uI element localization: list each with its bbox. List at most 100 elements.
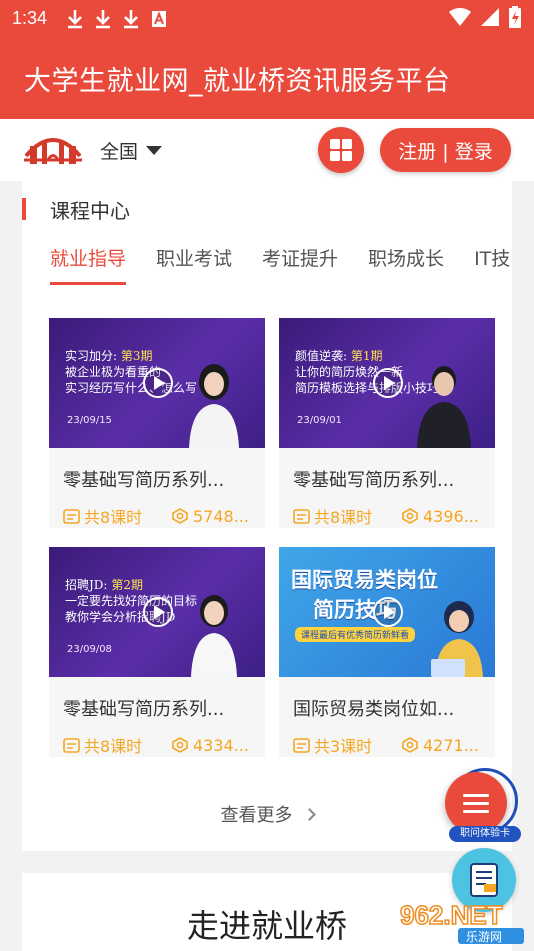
thumbnail-text: 实习加分: 第3期 被企业极为看重的 实习经历写什么、怎么写 xyxy=(65,348,197,396)
view-count: 5748... xyxy=(171,507,249,526)
view-count: 4271... xyxy=(401,736,479,755)
tab-certificate[interactable]: 考证提升 xyxy=(262,237,338,287)
download-icon xyxy=(117,7,145,31)
course-tabs: 就业指导 职业考试 考证提升 职场成长 IT技 xyxy=(22,237,512,287)
thumb-subtitle: 课程最后有优秀简历新鲜看 xyxy=(295,627,416,642)
tab-it[interactable]: IT技 xyxy=(474,237,510,287)
course-title: 零基础写简历系列... xyxy=(63,470,225,491)
menu-line xyxy=(463,809,489,813)
thumb-line: 被企业极为看重的 xyxy=(65,365,162,379)
course-meta: 共3课时 4271... xyxy=(279,721,495,757)
lesson-count: 共3课时 xyxy=(293,733,401,757)
nav-bar: 全国 注册 | 登录 xyxy=(0,119,534,181)
course-card[interactable]: 颜值逆袭: 第1期 让你的简历焕然一新 简历模板选择与排版小技巧 23/09/0… xyxy=(279,318,495,528)
view-count: 4334... xyxy=(171,736,249,755)
app-title-bar: 大学生就业网_就业桥资讯服务平台 xyxy=(0,37,534,119)
course-title: 零基础写简历系列... xyxy=(293,470,455,491)
lesson-count: 共8课时 xyxy=(63,504,171,528)
job-document-icon xyxy=(470,863,498,897)
wifi-icon xyxy=(448,7,472,31)
thumb-episode: 第2期 xyxy=(111,578,143,592)
thumb-line: 实习加分: xyxy=(65,349,118,363)
play-icon[interactable] xyxy=(373,368,403,398)
battery-icon xyxy=(508,5,522,32)
region-label: 全国 xyxy=(100,140,139,163)
lesson-count-text: 共8课时 xyxy=(84,508,143,527)
status-bar: 1:34 xyxy=(0,0,534,37)
play-icon[interactable] xyxy=(143,597,173,627)
tab-career-growth[interactable]: 职场成长 xyxy=(368,237,444,287)
caret-down-icon xyxy=(146,145,163,155)
view-more-link[interactable]: 查看更多 xyxy=(22,801,512,827)
view-count-text: 4396... xyxy=(423,506,479,526)
download-icon xyxy=(61,7,89,31)
views-icon xyxy=(402,508,418,524)
course-card[interactable]: 实习加分: 第3期 被企业极为看重的 实习经历写什么、怎么写 23/09/15 … xyxy=(49,318,265,528)
views-icon xyxy=(172,737,188,753)
category-grid-button[interactable] xyxy=(318,127,364,173)
section-accent-bar xyxy=(22,198,26,220)
thumb-line: 颜值逆袭: xyxy=(295,349,348,363)
thumbnail-text: 招聘JD: 第2期 一定要先找好简历的目标 教你学会分析招聘JD xyxy=(65,577,197,625)
floating-menu-button[interactable] xyxy=(445,772,507,834)
course-thumbnail: 招聘JD: 第2期 一定要先找好简历的目标 教你学会分析招聘JD 23/09/0… xyxy=(49,547,265,677)
course-meta: 共8课时 5748... xyxy=(49,492,265,528)
thumbnail-text: 国际贸易类岗位 简历技巧 xyxy=(291,565,438,625)
course-thumbnail: 实习加分: 第3期 被企业极为看重的 实习经历写什么、怎么写 23/09/15 xyxy=(49,318,265,448)
login-register-button[interactable]: 注册 | 登录 xyxy=(380,128,511,172)
lesson-count-text: 共8课时 xyxy=(314,508,373,527)
illustration-image xyxy=(431,601,483,677)
lessons-icon xyxy=(63,738,80,753)
view-count-text: 4334... xyxy=(193,735,249,755)
thumb-line: 国际贸易类岗位 xyxy=(291,568,438,592)
course-title: 零基础写简历系列... xyxy=(63,699,225,720)
section-header: 课程中心 xyxy=(22,181,512,237)
lesson-count: 共8课时 xyxy=(293,504,401,528)
view-count-text: 4271... xyxy=(423,735,479,755)
course-card[interactable]: 国际贸易类岗位 简历技巧 课程最后有优秀简历新鲜看 国际贸易类岗位如... 共3… xyxy=(279,547,495,757)
thumb-date: 23/09/15 xyxy=(67,415,112,426)
thumb-date: 23/09/01 xyxy=(297,415,342,426)
thumb-episode: 第1期 xyxy=(350,349,383,363)
thumb-line: 简历技巧 xyxy=(313,598,397,622)
course-title: 国际贸易类岗位如... xyxy=(293,699,455,720)
course-thumbnail: 颜值逆袭: 第1期 让你的简历焕然一新 简历模板选择与排版小技巧 23/09/0… xyxy=(279,318,495,448)
grid-icon xyxy=(330,139,352,161)
menu-line xyxy=(463,793,489,797)
course-meta: 共8课时 4334... xyxy=(49,721,265,757)
view-more-label: 查看更多 xyxy=(220,805,293,826)
course-card[interactable]: 招聘JD: 第2期 一定要先找好简历的目标 教你学会分析招聘JD 23/09/0… xyxy=(49,547,265,757)
app-title: 大学生就业网_就业桥资讯服务平台 xyxy=(24,65,451,97)
lessons-icon xyxy=(293,738,310,753)
region-selector[interactable]: 全国 xyxy=(100,137,163,164)
watermark-subtext: 乐游网 xyxy=(466,930,502,944)
menu-line xyxy=(463,801,489,805)
thumb-line: 一定要先找好简历的目标 xyxy=(65,594,198,608)
tab-vocational-exam[interactable]: 职业考试 xyxy=(156,237,232,287)
course-thumbnail: 国际贸易类岗位 简历技巧 课程最后有优秀简历新鲜看 xyxy=(279,547,495,677)
presenter-image xyxy=(189,364,239,448)
signal-icon xyxy=(480,7,500,31)
thumb-episode: 第3期 xyxy=(120,349,153,363)
download-icon xyxy=(89,7,117,31)
watermark-text: 962.NET xyxy=(400,900,503,930)
course-meta: 共8课时 4396... xyxy=(279,492,495,528)
brand-logo-icon[interactable] xyxy=(22,130,84,170)
tab-employment-guidance[interactable]: 就业指导 xyxy=(50,237,127,287)
lessons-icon xyxy=(293,509,310,524)
views-icon xyxy=(402,737,418,753)
trial-card-label[interactable]: 职问体验卡 xyxy=(449,826,521,842)
thumb-date: 23/09/08 xyxy=(67,644,112,655)
thumb-line: 招聘JD: xyxy=(65,578,108,592)
lesson-count: 共8课时 xyxy=(63,733,171,757)
presenter-image xyxy=(417,366,471,448)
course-center-section: 课程中心 就业指导 职业考试 考证提升 职场成长 IT技 实习加分: 第3期 被… xyxy=(22,181,512,851)
play-icon[interactable] xyxy=(143,368,173,398)
views-icon xyxy=(172,508,188,524)
presenter-image xyxy=(191,595,237,677)
play-icon[interactable] xyxy=(373,597,403,627)
view-count-text: 5748... xyxy=(193,506,249,526)
status-time: 1:34 xyxy=(12,8,48,28)
watermark-logo: 962.NET 乐游网 xyxy=(399,899,524,944)
lesson-count-text: 共8课时 xyxy=(84,737,143,756)
